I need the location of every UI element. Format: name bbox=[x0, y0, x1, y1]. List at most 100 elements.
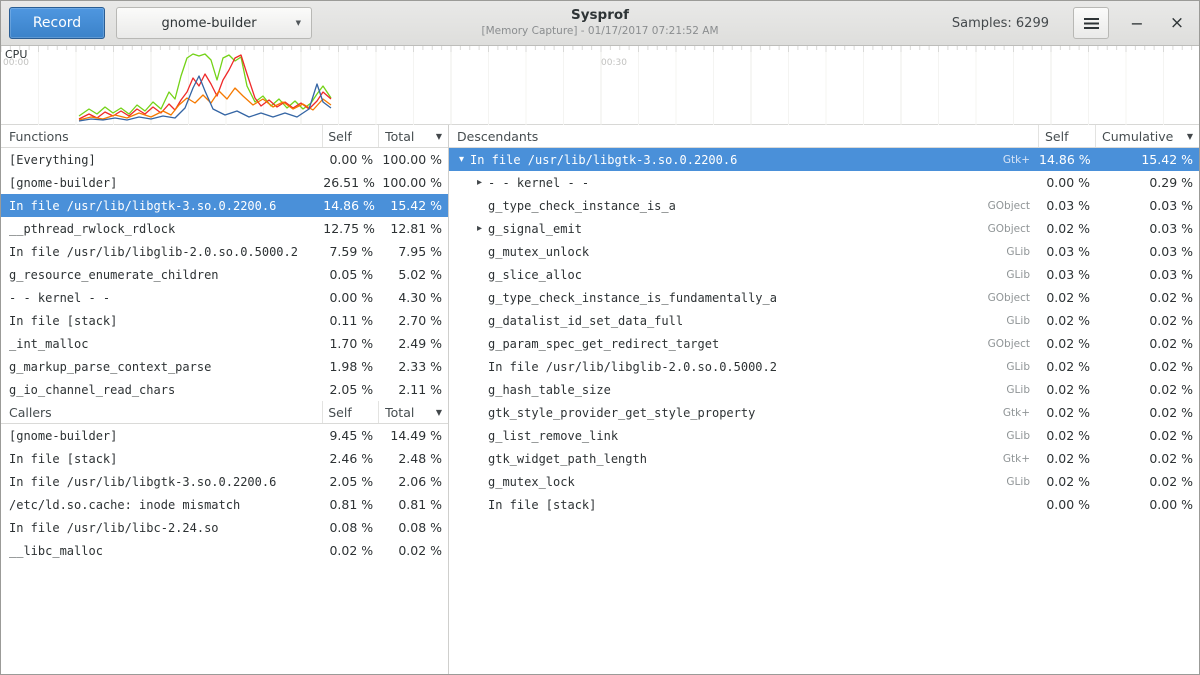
function-name: [gnome-builder] bbox=[1, 176, 323, 190]
cpu-graph[interactable]: CPU 00:00 00:30 bbox=[1, 46, 1199, 125]
self-percent: 0.02 % bbox=[1039, 474, 1096, 489]
function-name: In file [stack] bbox=[1, 314, 323, 328]
self-percent: 0.02 % bbox=[1039, 290, 1096, 305]
function-name: g_mutex_unlock bbox=[488, 245, 589, 259]
tree-row[interactable]: g_slice_allocGLib0.03 %0.03 % bbox=[449, 263, 1199, 286]
table-row[interactable]: _int_malloc1.70 %2.49 % bbox=[1, 332, 448, 355]
self-percent: 0.02 % bbox=[1039, 428, 1096, 443]
tree-row[interactable]: ▾In file /usr/lib/libgtk-3.so.0.2200.6Gt… bbox=[449, 148, 1199, 171]
tree-row[interactable]: g_param_spec_get_redirect_targetGObject0… bbox=[449, 332, 1199, 355]
descendant-name-cell: ▸- - kernel - - bbox=[449, 176, 1039, 190]
descendants-table: ▾In file /usr/lib/libgtk-3.so.0.2200.6Gt… bbox=[449, 148, 1199, 516]
total-percent: 0.08 % bbox=[379, 520, 448, 535]
tree-row[interactable]: g_mutex_unlockGLib0.03 %0.03 % bbox=[449, 240, 1199, 263]
cumulative-percent: 0.02 % bbox=[1096, 382, 1199, 397]
tree-row[interactable]: ▸g_signal_emitGObject0.02 %0.03 % bbox=[449, 217, 1199, 240]
library-category: GLib bbox=[1006, 269, 1039, 281]
tree-row[interactable]: g_mutex_lockGLib0.02 %0.02 % bbox=[449, 470, 1199, 493]
self-percent: 0.02 % bbox=[1039, 336, 1096, 351]
function-name: g_resource_enumerate_children bbox=[1, 268, 323, 282]
self-percent: 0.03 % bbox=[1039, 198, 1096, 213]
record-button[interactable]: Record bbox=[9, 7, 105, 39]
library-category: Gtk+ bbox=[1003, 154, 1039, 166]
self-percent: 14.86 % bbox=[323, 198, 379, 213]
expander-icon[interactable]: ▸ bbox=[471, 223, 488, 234]
expander-icon[interactable]: ▾ bbox=[453, 154, 470, 165]
tree-row[interactable]: ▸- - kernel - -0.00 %0.29 % bbox=[449, 171, 1199, 194]
samples-count: Samples: 6299 bbox=[952, 16, 1049, 31]
descendant-name-cell: g_param_spec_get_redirect_targetGObject bbox=[449, 337, 1039, 351]
table-row[interactable]: In file /usr/lib/libglib-2.0.so.0.5000.2… bbox=[1, 240, 448, 263]
process-selector-label: gnome-builder bbox=[117, 16, 311, 31]
expander-icon[interactable]: ▸ bbox=[471, 177, 488, 188]
column-label: Total bbox=[385, 129, 414, 144]
tree-row[interactable]: In file [stack]0.00 %0.00 % bbox=[449, 493, 1199, 516]
table-row[interactable]: g_io_channel_read_chars2.05 %2.11 % bbox=[1, 378, 448, 401]
table-row[interactable]: g_resource_enumerate_children0.05 %5.02 … bbox=[1, 263, 448, 286]
descendant-name-cell: ▸g_signal_emitGObject bbox=[449, 222, 1039, 236]
table-row[interactable]: In file [stack]2.46 %2.48 % bbox=[1, 447, 448, 470]
descendant-name-cell: In file [stack] bbox=[449, 498, 1039, 512]
function-name: /etc/ld.so.cache: inode mismatch bbox=[1, 498, 323, 512]
self-percent: 0.02 % bbox=[1039, 405, 1096, 420]
library-category: GLib bbox=[1006, 476, 1039, 488]
functions-table: [Everything]0.00 %100.00 %[gnome-builder… bbox=[1, 148, 448, 401]
total-percent: 7.95 % bbox=[379, 244, 448, 259]
cumulative-percent: 0.02 % bbox=[1096, 428, 1199, 443]
table-row[interactable]: In file [stack]0.11 %2.70 % bbox=[1, 309, 448, 332]
tree-row[interactable]: g_type_check_instance_is_fundamentally_a… bbox=[449, 286, 1199, 309]
function-name: g_slice_alloc bbox=[488, 268, 582, 282]
column-header-self[interactable]: Self bbox=[323, 125, 379, 147]
hamburger-icon bbox=[1084, 18, 1099, 20]
sort-indicator-icon: ▼ bbox=[432, 132, 442, 141]
minimize-button[interactable]: − bbox=[1123, 9, 1151, 37]
column-header-self[interactable]: Self bbox=[323, 401, 379, 423]
library-category: GObject bbox=[988, 223, 1039, 235]
table-row[interactable]: [gnome-builder]9.45 %14.49 % bbox=[1, 424, 448, 447]
cumulative-percent: 0.29 % bbox=[1096, 175, 1199, 190]
tree-row[interactable]: g_datalist_id_set_data_fullGLib0.02 %0.0… bbox=[449, 309, 1199, 332]
descendant-name-cell: g_slice_alloc GLib bbox=[449, 268, 1039, 282]
cumulative-percent: 0.02 % bbox=[1096, 313, 1199, 328]
column-header-total[interactable]: Total ▼ bbox=[379, 401, 448, 423]
column-header-functions[interactable]: Functions bbox=[1, 125, 323, 147]
tree-row[interactable]: gtk_widget_path_lengthGtk+0.02 %0.02 % bbox=[449, 447, 1199, 470]
tree-row[interactable]: g_list_remove_linkGLib0.02 %0.02 % bbox=[449, 424, 1199, 447]
column-header-callers[interactable]: Callers bbox=[1, 401, 323, 423]
library-category: GObject bbox=[988, 338, 1039, 350]
descendant-name-cell: g_type_check_instance_is_fundamentally_a… bbox=[449, 291, 1039, 305]
table-row[interactable]: g_markup_parse_context_parse1.98 %2.33 % bbox=[1, 355, 448, 378]
total-percent: 100.00 % bbox=[379, 152, 448, 167]
self-percent: 26.51 % bbox=[323, 175, 379, 190]
menu-button[interactable] bbox=[1073, 7, 1109, 39]
column-header-self[interactable]: Self bbox=[1039, 125, 1096, 147]
cumulative-percent: 0.03 % bbox=[1096, 221, 1199, 236]
cumulative-percent: 0.03 % bbox=[1096, 198, 1199, 213]
process-selector[interactable]: gnome-builder ▼ bbox=[116, 7, 312, 39]
tree-row[interactable]: In file /usr/lib/libglib-2.0.so.0.5000.2… bbox=[449, 355, 1199, 378]
sysprof-window: Record gnome-builder ▼ Sysprof [Memory C… bbox=[0, 0, 1200, 675]
table-row[interactable]: In file /usr/lib/libgtk-3.so.0.2200.62.0… bbox=[1, 470, 448, 493]
function-name: gtk_widget_path_length bbox=[488, 452, 647, 466]
library-category: GLib bbox=[1006, 384, 1039, 396]
header-right-controls: Samples: 6299 − × bbox=[952, 7, 1191, 39]
table-row[interactable]: [Everything]0.00 %100.00 % bbox=[1, 148, 448, 171]
table-row[interactable]: __libc_malloc0.02 %0.02 % bbox=[1, 539, 448, 562]
table-row[interactable]: /etc/ld.so.cache: inode mismatch0.81 %0.… bbox=[1, 493, 448, 516]
table-row[interactable]: - - kernel - -0.00 %4.30 % bbox=[1, 286, 448, 309]
time-label-start: 00:00 bbox=[3, 58, 29, 68]
table-row[interactable]: In file /usr/lib/libgtk-3.so.0.2200.614.… bbox=[1, 194, 448, 217]
total-percent: 14.49 % bbox=[379, 428, 448, 443]
column-header-descendants[interactable]: Descendants bbox=[449, 125, 1039, 147]
tree-row[interactable]: g_type_check_instance_is_aGObject0.03 %0… bbox=[449, 194, 1199, 217]
table-row[interactable]: __pthread_rwlock_rdlock12.75 %12.81 % bbox=[1, 217, 448, 240]
column-header-total[interactable]: Total ▼ bbox=[379, 125, 448, 147]
close-button[interactable]: × bbox=[1163, 9, 1191, 37]
tree-row[interactable]: gtk_style_provider_get_style_propertyGtk… bbox=[449, 401, 1199, 424]
table-row[interactable]: In file /usr/lib/libc-2.24.so0.08 %0.08 … bbox=[1, 516, 448, 539]
total-percent: 12.81 % bbox=[379, 221, 448, 236]
tree-row[interactable]: g_hash_table_sizeGLib0.02 %0.02 % bbox=[449, 378, 1199, 401]
table-row[interactable]: [gnome-builder]26.51 %100.00 % bbox=[1, 171, 448, 194]
column-header-cumulative[interactable]: Cumulative ▼ bbox=[1096, 125, 1199, 147]
functions-table-header: Functions Self Total ▼ bbox=[1, 125, 448, 148]
